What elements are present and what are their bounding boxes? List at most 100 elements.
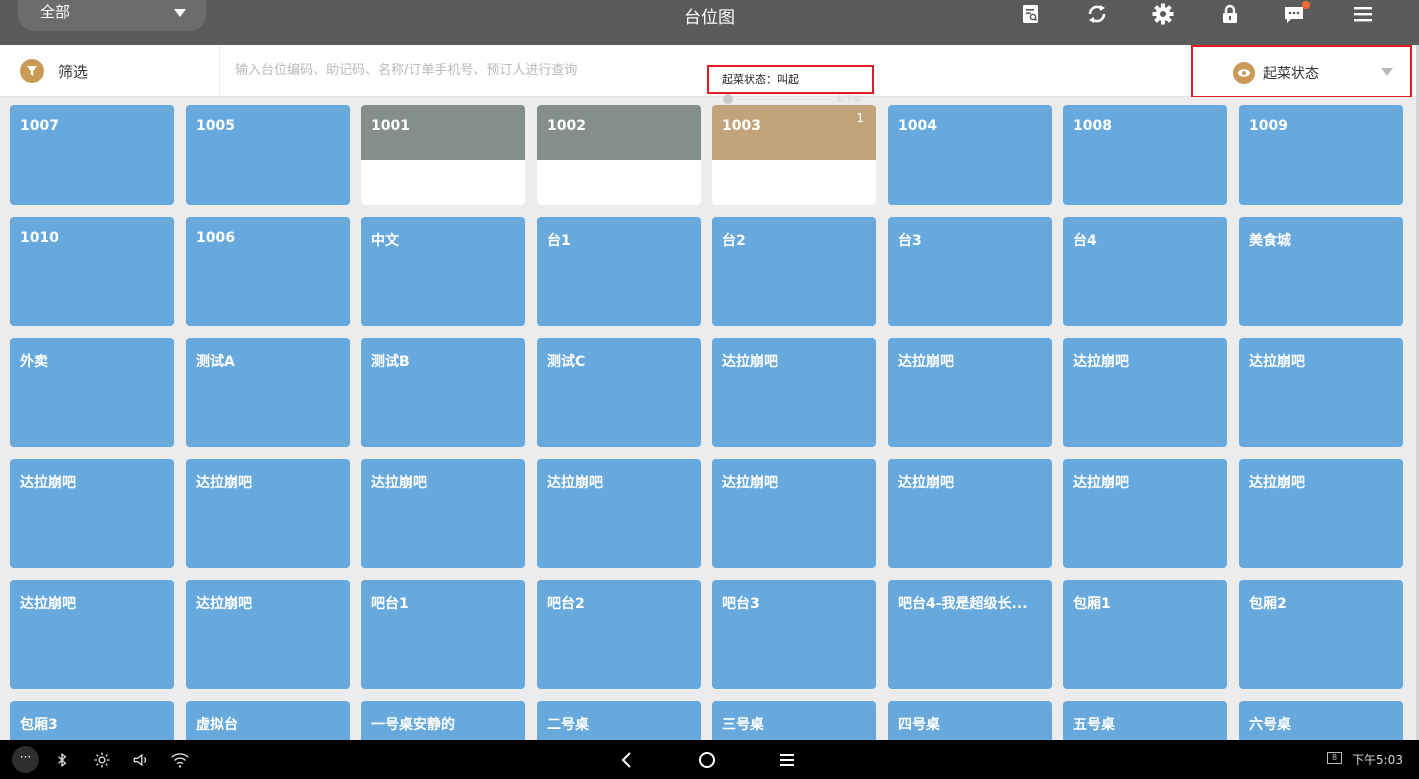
table-name: 外卖 — [20, 354, 48, 370]
order-status-text: 未下单 — [835, 95, 863, 105]
table-tile[interactable]: 包厢2 — [1239, 580, 1403, 689]
table-name: 测试B — [371, 354, 410, 370]
table-tile[interactable]: 达拉崩吧 — [888, 338, 1052, 447]
table-tile[interactable]: 吧台4-我是超级长... — [888, 580, 1052, 689]
page-title: 台位图 — [684, 8, 735, 28]
table-tile[interactable]: 吧台3 — [712, 580, 876, 689]
system-navigation-bar: ··· 8 下午5:03 — [0, 740, 1419, 779]
table-tile[interactable]: 三号桌 — [712, 701, 876, 740]
table-tile[interactable]: 四号桌 — [888, 701, 1052, 740]
table-name: 达拉崩吧 — [898, 354, 954, 370]
table-name: 1007 — [20, 118, 59, 134]
table-tile[interactable]: 1005 — [186, 105, 350, 205]
table-tile[interactable]: 美食城 — [1239, 217, 1403, 326]
wifi-icon[interactable] — [169, 748, 191, 772]
filter-button[interactable]: 筛选 — [58, 61, 88, 82]
table-tile[interactable]: 1004 — [888, 105, 1052, 205]
volume-icon[interactable] — [131, 748, 151, 772]
message-icon[interactable] — [1281, 1, 1310, 26]
table-tile[interactable]: 包厢3 — [10, 701, 174, 740]
table-name: 达拉崩吧 — [722, 475, 778, 491]
battery-icon: 8 — [1327, 752, 1342, 764]
table-tile[interactable]: 达拉崩吧 — [10, 459, 174, 568]
lock-icon[interactable] — [1217, 2, 1243, 26]
table-tile[interactable]: 达拉崩吧 — [1239, 459, 1403, 568]
table-tile[interactable]: 六号桌 — [1239, 701, 1403, 740]
table-tile[interactable]: 测试A — [186, 338, 350, 447]
table-tile[interactable]: 1001 — [361, 105, 525, 205]
back-icon[interactable] — [615, 748, 639, 772]
brightness-icon[interactable] — [92, 748, 112, 772]
table-tile[interactable]: 1007 — [10, 105, 174, 205]
table-name: 测试C — [547, 354, 586, 370]
menu-icon[interactable] — [1350, 2, 1376, 26]
table-tile[interactable]: 中文 — [361, 217, 525, 326]
receipt-search-icon[interactable] — [1018, 2, 1044, 26]
table-tile[interactable]: 达拉崩吧 — [888, 459, 1052, 568]
table-tile[interactable]: 1002 — [537, 105, 701, 205]
table-tile[interactable]: 达拉崩吧 — [186, 580, 350, 689]
table-tile[interactable]: 五号桌 — [1063, 701, 1227, 740]
table-tile[interactable]: 达拉崩吧 — [1239, 338, 1403, 447]
table-tile[interactable]: 吧台2 — [537, 580, 701, 689]
table-name: 1005 — [196, 118, 235, 134]
table-tile[interactable]: 1003 1 — [712, 105, 876, 205]
home-icon[interactable] — [695, 748, 719, 772]
table-tile[interactable]: 达拉崩吧 — [712, 459, 876, 568]
table-tile[interactable]: 一号桌安静的 — [361, 701, 525, 740]
table-name: 二号桌 — [547, 717, 589, 733]
table-tile[interactable]: 1008 — [1063, 105, 1227, 205]
guest-count: 1 — [856, 111, 864, 125]
table-name: 达拉崩吧 — [196, 475, 252, 491]
table-tile[interactable]: 达拉崩吧 — [10, 580, 174, 689]
table-tile[interactable]: 达拉崩吧 — [1063, 459, 1227, 568]
filter-icon[interactable] — [20, 59, 44, 83]
table-tile[interactable]: 达拉崩吧 — [361, 459, 525, 568]
eye-icon — [1233, 62, 1255, 84]
table-name: 达拉崩吧 — [722, 354, 778, 370]
table-tile[interactable]: 1006 — [186, 217, 350, 326]
table-tile[interactable]: 达拉崩吧 — [537, 459, 701, 568]
table-tile[interactable]: 测试B — [361, 338, 525, 447]
table-name: 虚拟台 — [196, 717, 238, 733]
table-name: 达拉崩吧 — [371, 475, 427, 491]
bluetooth-icon[interactable] — [52, 748, 72, 772]
table-name: 达拉崩吧 — [196, 596, 252, 612]
table-name: 一号桌安静的 — [371, 717, 455, 733]
table-tile[interactable]: 台2 — [712, 217, 876, 326]
dish-status-dropdown[interactable]: 起菜状态 — [1191, 45, 1412, 98]
refresh-icon[interactable] — [1084, 2, 1110, 26]
table-name: 吧台4-我是超级长... — [898, 596, 1028, 612]
table-tile[interactable]: 二号桌 — [537, 701, 701, 740]
table-tile[interactable]: 达拉崩吧 — [186, 459, 350, 568]
more-button[interactable]: ··· — [12, 746, 39, 773]
table-name: 四号桌 — [898, 717, 940, 733]
table-tile[interactable]: 包厢1 — [1063, 580, 1227, 689]
table-name: 吧台1 — [371, 596, 409, 612]
table-tile[interactable]: 吧台1 — [361, 580, 525, 689]
table-tile[interactable]: 1010 — [10, 217, 174, 326]
gear-icon[interactable] — [1150, 2, 1176, 26]
search-input[interactable] — [219, 45, 1179, 96]
table-name: 包厢2 — [1249, 596, 1287, 612]
table-tile[interactable]: 达拉崩吧 — [1063, 338, 1227, 447]
table-tile[interactable]: 达拉崩吧 — [712, 338, 876, 447]
table-name: 达拉崩吧 — [20, 475, 76, 491]
table-name: 1006 — [196, 230, 235, 246]
table-tile[interactable]: 1009 — [1239, 105, 1403, 205]
info-icon — [723, 94, 733, 104]
notification-dot — [1302, 1, 1310, 9]
table-tile[interactable]: 台1 — [537, 217, 701, 326]
table-name: 五号桌 — [1073, 717, 1115, 733]
table-tile[interactable]: 测试C — [537, 338, 701, 447]
table-name: 包厢3 — [20, 717, 58, 733]
area-selector-label: 全部 — [40, 3, 71, 21]
area-selector[interactable]: 全部 — [18, 0, 206, 31]
table-name: 达拉崩吧 — [20, 596, 76, 612]
table-tile[interactable]: 外卖 — [10, 338, 174, 447]
recent-apps-icon[interactable] — [775, 748, 799, 772]
divider — [736, 99, 830, 100]
table-tile[interactable]: 台3 — [888, 217, 1052, 326]
table-tile[interactable]: 虚拟台 — [186, 701, 350, 740]
table-tile[interactable]: 台4 — [1063, 217, 1227, 326]
